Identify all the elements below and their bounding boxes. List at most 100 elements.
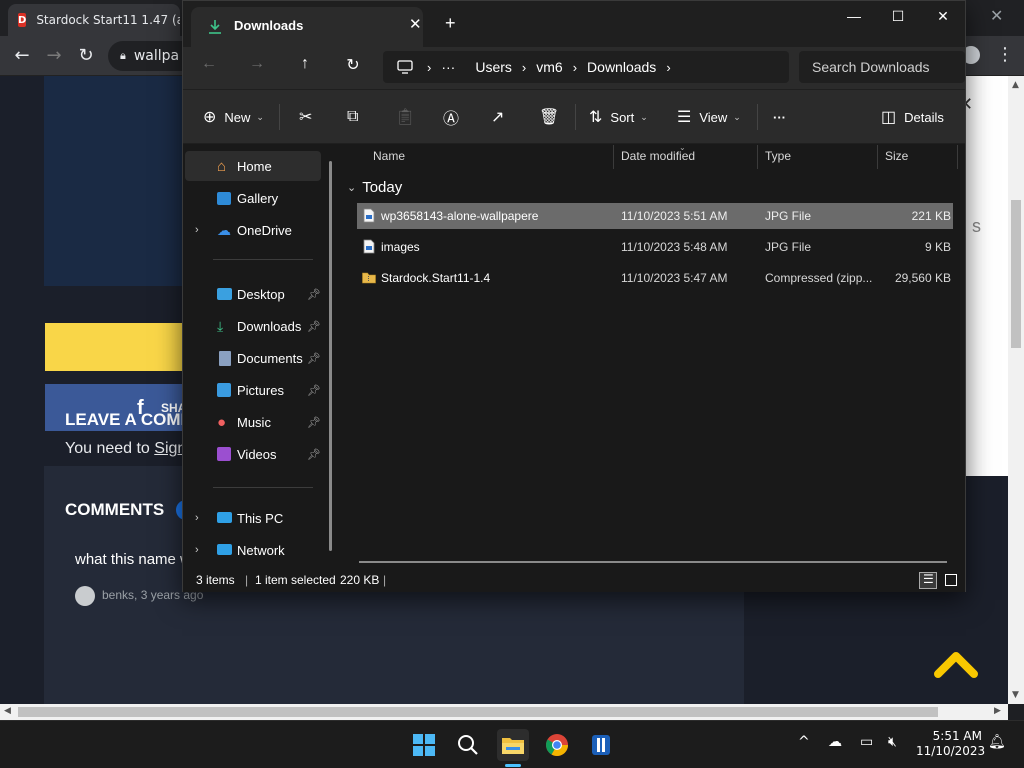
file-row[interactable]: images 11/10/2023 5:48 AM JPG File 9 KB bbox=[357, 234, 953, 260]
nav-item-network[interactable]: › Network bbox=[185, 535, 321, 565]
new-button[interactable]: ⊕ New ⌄ bbox=[203, 106, 264, 128]
chevron-right-icon[interactable]: › bbox=[573, 60, 577, 75]
column-header-name[interactable]: Name bbox=[373, 149, 405, 163]
breadcrumb-downloads[interactable]: Downloads bbox=[587, 59, 656, 75]
page-vertical-scrollbar[interactable] bbox=[1008, 76, 1024, 704]
nav-item-desktop[interactable]: Desktop 📌︎ bbox=[185, 279, 321, 309]
chevron-right-icon[interactable]: › bbox=[666, 60, 670, 75]
file-row[interactable]: Stardock.Start11-1.4 11/10/2023 5:47 AM … bbox=[357, 265, 953, 291]
column-header-type[interactable]: Type bbox=[765, 149, 791, 163]
file-name: wp3658143-alone-wallpapere bbox=[381, 209, 539, 223]
chevron-right-icon[interactable]: › bbox=[195, 512, 199, 524]
up-button[interactable]: ↑ bbox=[291, 55, 319, 77]
nav-item-videos[interactable]: Videos 📌︎ bbox=[185, 439, 321, 469]
nav-item-documents[interactable]: Documents 📌︎ bbox=[185, 343, 321, 373]
nav-item-home[interactable]: ⌂ Home bbox=[185, 151, 321, 181]
pin-icon[interactable]: 📌︎ bbox=[307, 320, 321, 333]
tray-volume-muted-icon[interactable]: 🔇︎ bbox=[888, 734, 897, 750]
close-button[interactable]: ✕ bbox=[920, 1, 966, 33]
cut-button[interactable]: ✂ bbox=[299, 106, 320, 128]
maximize-button[interactable]: ☐ bbox=[875, 1, 921, 33]
taskbar-search-button[interactable] bbox=[452, 729, 484, 761]
view-button[interactable]: ☰ View ⌄ bbox=[677, 106, 741, 128]
breadcrumb[interactable]: › ··· Users › vm6 › Downloads › bbox=[383, 51, 789, 83]
back-button[interactable]: ← bbox=[195, 55, 223, 77]
pin-icon[interactable]: 📌︎ bbox=[307, 384, 321, 397]
taskbar-file-explorer[interactable] bbox=[497, 729, 529, 761]
tray-cloud-icon[interactable]: ☁ bbox=[828, 734, 842, 750]
forward-button[interactable]: → bbox=[243, 55, 271, 77]
chrome-tab[interactable]: D Stardock Start11 1.47 (a bbox=[8, 4, 180, 36]
rename-button[interactable]: Ⓐ bbox=[443, 106, 467, 128]
column-divider[interactable] bbox=[877, 145, 878, 169]
minimize-button[interactable]: — bbox=[831, 1, 877, 33]
taskbar-chrome[interactable] bbox=[541, 729, 573, 761]
taskbar-clock[interactable]: 5:51 AM 11/10/2023 bbox=[916, 729, 985, 759]
column-divider[interactable] bbox=[757, 145, 758, 169]
nav-item-downloads[interactable]: ⤓ Downloads 📌︎ bbox=[185, 311, 321, 341]
pin-icon[interactable]: 📌︎ bbox=[307, 352, 321, 365]
nav-item-gallery[interactable]: Gallery bbox=[185, 183, 321, 213]
copy-button[interactable]: ⧉ bbox=[347, 106, 366, 128]
nav-pane-scrollbar[interactable] bbox=[329, 161, 332, 551]
chrome-close-icon[interactable]: ✕ bbox=[990, 6, 1003, 25]
refresh-button[interactable]: ↻ bbox=[339, 55, 367, 77]
group-header-today[interactable]: ⌄ Today bbox=[347, 179, 402, 196]
details-view-button[interactable]: ☰ bbox=[919, 572, 937, 589]
explorer-tab-downloads[interactable]: Downloads ✕ bbox=[191, 7, 423, 47]
nav-item-this-pc[interactable]: › This PC bbox=[185, 503, 321, 533]
taskbar-stardock[interactable] bbox=[585, 729, 617, 761]
chrome-address-bar[interactable]: 🔒︎ wallpa bbox=[108, 41, 188, 71]
chevron-right-icon[interactable]: › bbox=[195, 224, 199, 236]
chevron-right-icon[interactable]: › bbox=[195, 544, 199, 556]
tab-close-icon[interactable]: ✕ bbox=[409, 15, 422, 33]
nav-item-pictures[interactable]: Pictures 📌︎ bbox=[185, 375, 321, 405]
chevron-right-icon[interactable]: › bbox=[427, 60, 431, 75]
chevron-down-icon[interactable]: ⌄ bbox=[347, 181, 356, 194]
scroll-to-top-icon[interactable] bbox=[934, 648, 978, 678]
file-list-horizontal-scrollbar[interactable] bbox=[359, 561, 947, 563]
nav-item-onedrive[interactable]: › ☁ OneDrive bbox=[185, 215, 321, 245]
pin-icon[interactable]: 📌︎ bbox=[307, 448, 321, 461]
download-icon: ⤓ bbox=[217, 318, 224, 334]
file-row[interactable]: wp3658143-alone-wallpapere 11/10/2023 5:… bbox=[357, 203, 953, 229]
tray-overflow-chevron-icon[interactable]: ^ bbox=[798, 734, 810, 750]
page-vertical-scroll-thumb[interactable] bbox=[1011, 200, 1021, 348]
breadcrumb-overflow[interactable]: ··· bbox=[441, 59, 455, 75]
column-header-size[interactable]: Size bbox=[885, 149, 908, 163]
breadcrumb-users[interactable]: Users bbox=[475, 59, 512, 75]
chrome-reload-icon[interactable]: ↻ bbox=[74, 44, 98, 68]
column-divider[interactable] bbox=[957, 145, 958, 169]
search-input[interactable]: Search Downloads bbox=[799, 51, 965, 83]
column-divider[interactable] bbox=[613, 145, 614, 169]
scroll-right-arrow-icon[interactable]: ▶ bbox=[994, 706, 1001, 716]
sort-label: Sort bbox=[610, 109, 635, 125]
new-tab-icon[interactable]: + bbox=[445, 13, 456, 34]
more-options-button[interactable]: ··· bbox=[773, 106, 786, 128]
file-type: JPG File bbox=[765, 240, 812, 254]
chrome-menu-icon[interactable]: ⋮ bbox=[996, 44, 1014, 65]
tray-network-icon[interactable]: ▭ bbox=[860, 734, 873, 750]
pin-icon[interactable]: 📌︎ bbox=[307, 288, 321, 301]
scroll-down-arrow-icon[interactable]: ▼ bbox=[1012, 690, 1019, 700]
pin-icon[interactable]: 📌︎ bbox=[307, 416, 321, 429]
sort-button[interactable]: ⇅ Sort ⌄ bbox=[589, 106, 648, 128]
column-header-date[interactable]: Date modified bbox=[621, 149, 695, 163]
large-icons-view-button[interactable] bbox=[943, 572, 959, 589]
details-view-icon: ☰ bbox=[923, 572, 934, 586]
scroll-up-arrow-icon[interactable]: ▲ bbox=[1012, 80, 1019, 90]
start-button[interactable] bbox=[408, 729, 440, 761]
delete-button[interactable]: 🗑︎ bbox=[539, 106, 567, 128]
notification-bell-icon[interactable]: 🔔︎ bbox=[988, 734, 1006, 750]
details-pane-button[interactable]: ◫ Details bbox=[881, 106, 944, 128]
share-button[interactable]: ↗ bbox=[491, 106, 512, 128]
chrome-forward-icon[interactable]: → bbox=[42, 44, 66, 68]
scroll-left-arrow-icon[interactable]: ◀ bbox=[4, 706, 11, 716]
paste-button[interactable]: 📋︎ bbox=[395, 106, 423, 128]
nav-item-music[interactable]: ● Music 📌︎ bbox=[185, 407, 321, 437]
chrome-back-icon[interactable]: ← bbox=[10, 44, 34, 68]
chevron-right-icon[interactable]: › bbox=[522, 60, 526, 75]
status-separator: | bbox=[245, 573, 249, 587]
page-horizontal-scroll-thumb[interactable] bbox=[18, 707, 938, 717]
breadcrumb-vm6[interactable]: vm6 bbox=[536, 59, 562, 75]
